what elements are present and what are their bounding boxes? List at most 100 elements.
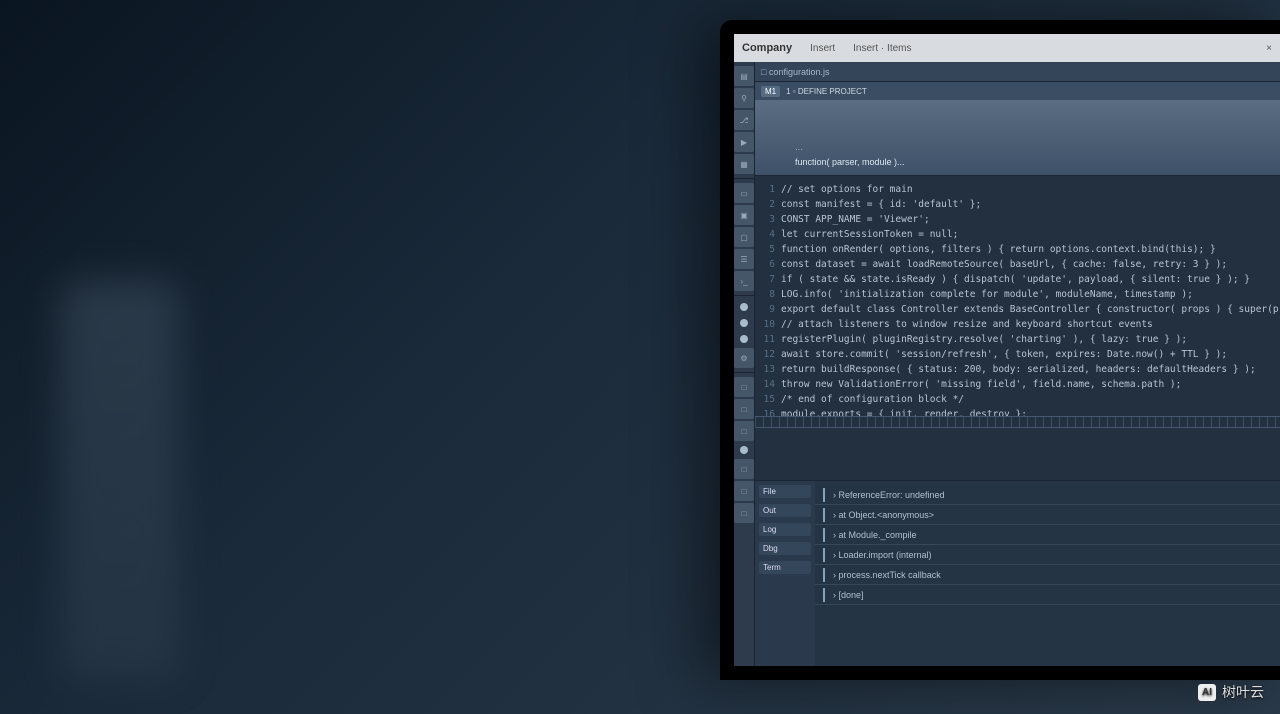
panel-tab[interactable]: Out [759,504,811,517]
app-body: ▤ ⚲ ⎇ ▶ ▦ ▭ ▣ ▢ ☰ ›_ ⚙ □ □ □ [734,62,1280,666]
line-number: 13 [759,362,781,377]
output-text: › [done] [833,590,864,600]
code-text: const dataset = await loadRemoteSource( … [781,257,1227,272]
status-dot-icon [740,446,748,454]
search-icon[interactable]: ⚲ [734,88,754,108]
code-line[interactable]: 8LOG.info( 'initialization complete for … [759,287,1280,302]
output-text: › Loader.import (internal) [833,550,932,560]
panel-tab[interactable]: File [759,485,811,498]
status-dot-icon [740,303,748,311]
activity-bar: ▤ ⚲ ⎇ ▶ ▦ ▭ ▣ ▢ ☰ ›_ ⚙ □ □ □ [734,62,755,666]
tool-icon[interactable]: □ [734,481,754,501]
output-row[interactable]: › Loader.import (internal) [815,545,1280,565]
tool-icon[interactable]: □ [734,459,754,479]
line-number: 4 [759,227,781,242]
row-marker-icon [823,528,825,542]
panel-tabs: File Out Log Dbg Term [755,481,815,666]
file-icon[interactable]: ▭ [734,183,754,203]
code-line[interactable]: 9export default class Controller extends… [759,302,1280,317]
line-number: 1 [759,182,781,197]
code-line[interactable]: 12await store.commit( 'session/refresh',… [759,347,1280,362]
output-row[interactable]: › at Module._compile [815,525,1280,545]
toolbar-badge[interactable]: M1 [761,86,780,97]
output-row[interactable]: › ReferenceError: undefined [815,485,1280,505]
folder-icon[interactable]: ▢ [734,227,754,247]
menu-item-2[interactable]: Insert · Items [853,43,911,54]
panel-tab[interactable]: Log [759,523,811,536]
branch-icon[interactable]: ⎇ [734,110,754,130]
code-line[interactable]: 11registerPlugin( pluginRegistry.resolve… [759,332,1280,347]
status-dot-icon [740,319,748,327]
watermark-text: 树叶云 [1222,682,1264,702]
code-line[interactable]: 4let currentSessionToken = null; [759,227,1280,242]
row-marker-icon [823,588,825,602]
code-line[interactable]: 15/* end of configuration block */ [759,392,1280,407]
line-number: 11 [759,332,781,347]
tool-icon[interactable]: □ [734,503,754,523]
watermark-badge: AI [1198,684,1216,701]
code-text: LOG.info( 'initialization complete for m… [781,287,1193,302]
line-number: 8 [759,287,781,302]
line-number: 14 [759,377,781,392]
background-blur [60,280,180,680]
code-text: // set options for main [781,182,913,197]
close-icon[interactable]: × [1266,43,1272,54]
line-number: 12 [759,347,781,362]
file-tab[interactable]: □ configuration.js [761,67,829,77]
code-line[interactable]: 1// set options for main [759,182,1280,197]
screen: Company Insert Insert · Items × ▤ ⚲ ⎇ ▶ … [734,34,1280,666]
ruler [755,416,1280,428]
code-line[interactable]: 10// attach listeners to window resize a… [759,317,1280,332]
output-row[interactable]: › process.nextTick callback [815,565,1280,585]
editor-tab-bar: □ configuration.js [755,62,1280,82]
terminal-icon[interactable]: ›_ [734,271,754,291]
preview-text: function( parser, module )... [795,157,1280,167]
code-text: return buildResponse( { status: 200, bod… [781,362,1256,377]
tool-icon[interactable]: □ [734,377,754,397]
code-line[interactable]: 5function onRender( options, filters ) {… [759,242,1280,257]
panel-tab[interactable]: Term [759,561,811,574]
code-text: registerPlugin( pluginRegistry.resolve( … [781,332,1187,347]
line-number: 3 [759,212,781,227]
code-line[interactable]: 6const dataset = await loadRemoteSource(… [759,257,1280,272]
code-text: export default class Controller extends … [781,302,1280,317]
code-text: /* end of configuration block */ [781,392,964,407]
image-icon[interactable]: ▣ [734,205,754,225]
debug-icon[interactable]: ▶ [734,132,754,152]
panel-output[interactable]: › ReferenceError: undefined› at Object.<… [815,481,1280,666]
watermark: AI 树叶云 [1198,682,1264,702]
line-number: 5 [759,242,781,257]
code-text: const manifest = { id: 'default' }; [781,197,981,212]
panel-tab[interactable]: Dbg [759,542,811,555]
status-dot-icon [740,335,748,343]
preview-hint: ··· [795,145,1280,154]
code-text: await store.commit( 'session/refresh', {… [781,347,1227,362]
bottom-panel: File Out Log Dbg Term › ReferenceError: unde… [755,480,1280,666]
row-marker-icon [823,568,825,582]
toolbar-text: 1 ▫ DEFINE PROJECT [786,87,867,96]
code-text: // attach listeners to window resize and… [781,317,1153,332]
code-text: if ( state && state.isReady ) { dispatch… [781,272,1250,287]
code-editor[interactable]: 1// set options for main2const manifest … [755,176,1280,480]
settings-icon[interactable]: ⚙ [734,348,754,368]
line-number: 9 [759,302,781,317]
output-text: › at Module._compile [833,530,917,540]
code-line[interactable]: 2const manifest = { id: 'default' }; [759,197,1280,212]
output-row[interactable]: › at Object.<anonymous> [815,505,1280,525]
tool-icon[interactable]: □ [734,421,754,441]
output-row[interactable]: › [done] [815,585,1280,605]
code-line[interactable]: 7if ( state && state.isReady ) { dispatc… [759,272,1280,287]
code-line[interactable]: 13return buildResponse( { status: 200, b… [759,362,1280,377]
code-line[interactable]: 3CONST APP_NAME = 'Viewer'; [759,212,1280,227]
code-line[interactable]: 14throw new ValidationError( 'missing fi… [759,377,1280,392]
menu-item-1[interactable]: Insert [810,43,835,54]
explorer-icon[interactable]: ▤ [734,66,754,86]
line-number: 7 [759,272,781,287]
browser-toolbar: Company Insert Insert · Items × [734,34,1280,62]
extensions-icon[interactable]: ▦ [734,154,754,174]
output-text: › process.nextTick callback [833,570,941,580]
code-text: let currentSessionToken = null; [781,227,958,242]
app-logo: Company [742,42,792,54]
database-icon[interactable]: ☰ [734,249,754,269]
tool-icon[interactable]: □ [734,399,754,419]
